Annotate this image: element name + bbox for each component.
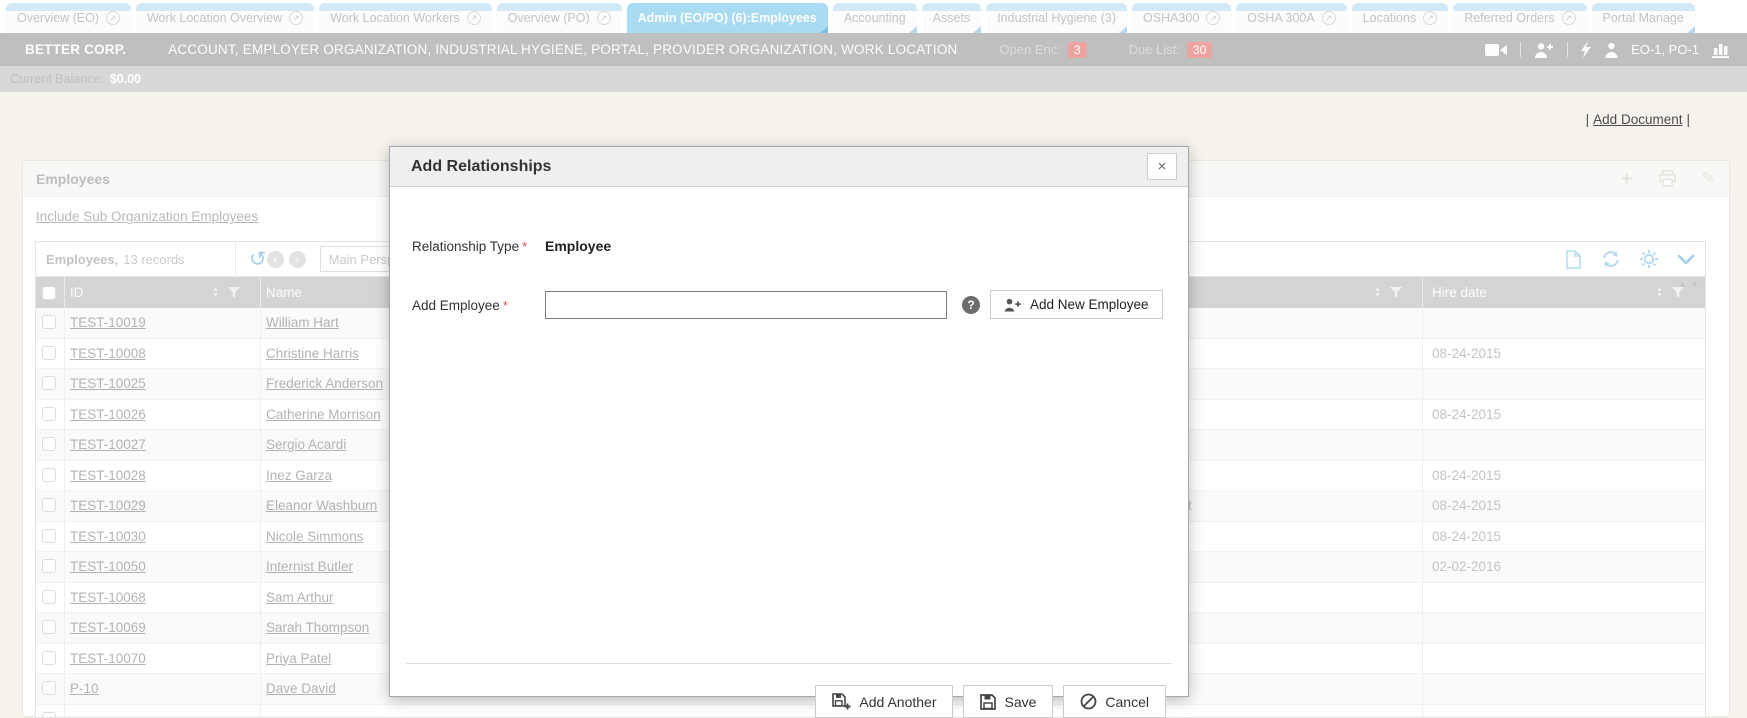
cancel-label: Cancel bbox=[1105, 694, 1149, 710]
close-icon[interactable]: × bbox=[1147, 153, 1177, 180]
cancel-icon bbox=[1080, 693, 1097, 710]
add-new-employee-button[interactable]: Add New Employee bbox=[990, 290, 1163, 319]
save-button[interactable]: Save bbox=[963, 685, 1053, 718]
required-marker: * bbox=[503, 298, 508, 313]
cancel-button[interactable]: Cancel bbox=[1063, 685, 1166, 718]
save-label: Save bbox=[1004, 694, 1036, 710]
relationship-type-label: Relationship Type bbox=[412, 239, 519, 254]
required-marker: * bbox=[522, 239, 527, 254]
relationship-type-value: Employee bbox=[545, 238, 611, 254]
add-employee-label: Add Employee bbox=[412, 298, 500, 313]
app-window: { "colors": { "tab_active_bg": "#a9dcf3"… bbox=[0, 0, 1747, 717]
add-employee-input[interactable] bbox=[545, 291, 947, 319]
add-another-label: Add Another bbox=[859, 694, 936, 710]
save-plus-icon bbox=[832, 693, 851, 711]
modal-title: Add Relationships bbox=[411, 158, 551, 176]
footer-divider bbox=[406, 663, 1172, 664]
save-icon bbox=[980, 694, 996, 710]
help-icon[interactable]: ? bbox=[962, 296, 980, 314]
modal-footer: Add Another Save Cancel bbox=[815, 685, 1166, 718]
modal-body: Relationship Type* Employee Add Employee… bbox=[390, 187, 1188, 697]
add-person-icon bbox=[1004, 298, 1022, 312]
modal-header: Add Relationships × bbox=[390, 147, 1188, 187]
add-new-employee-label: Add New Employee bbox=[1030, 297, 1149, 312]
add-relationships-modal: Add Relationships × Relationship Type* E… bbox=[389, 146, 1189, 697]
add-another-button[interactable]: Add Another bbox=[815, 685, 953, 718]
